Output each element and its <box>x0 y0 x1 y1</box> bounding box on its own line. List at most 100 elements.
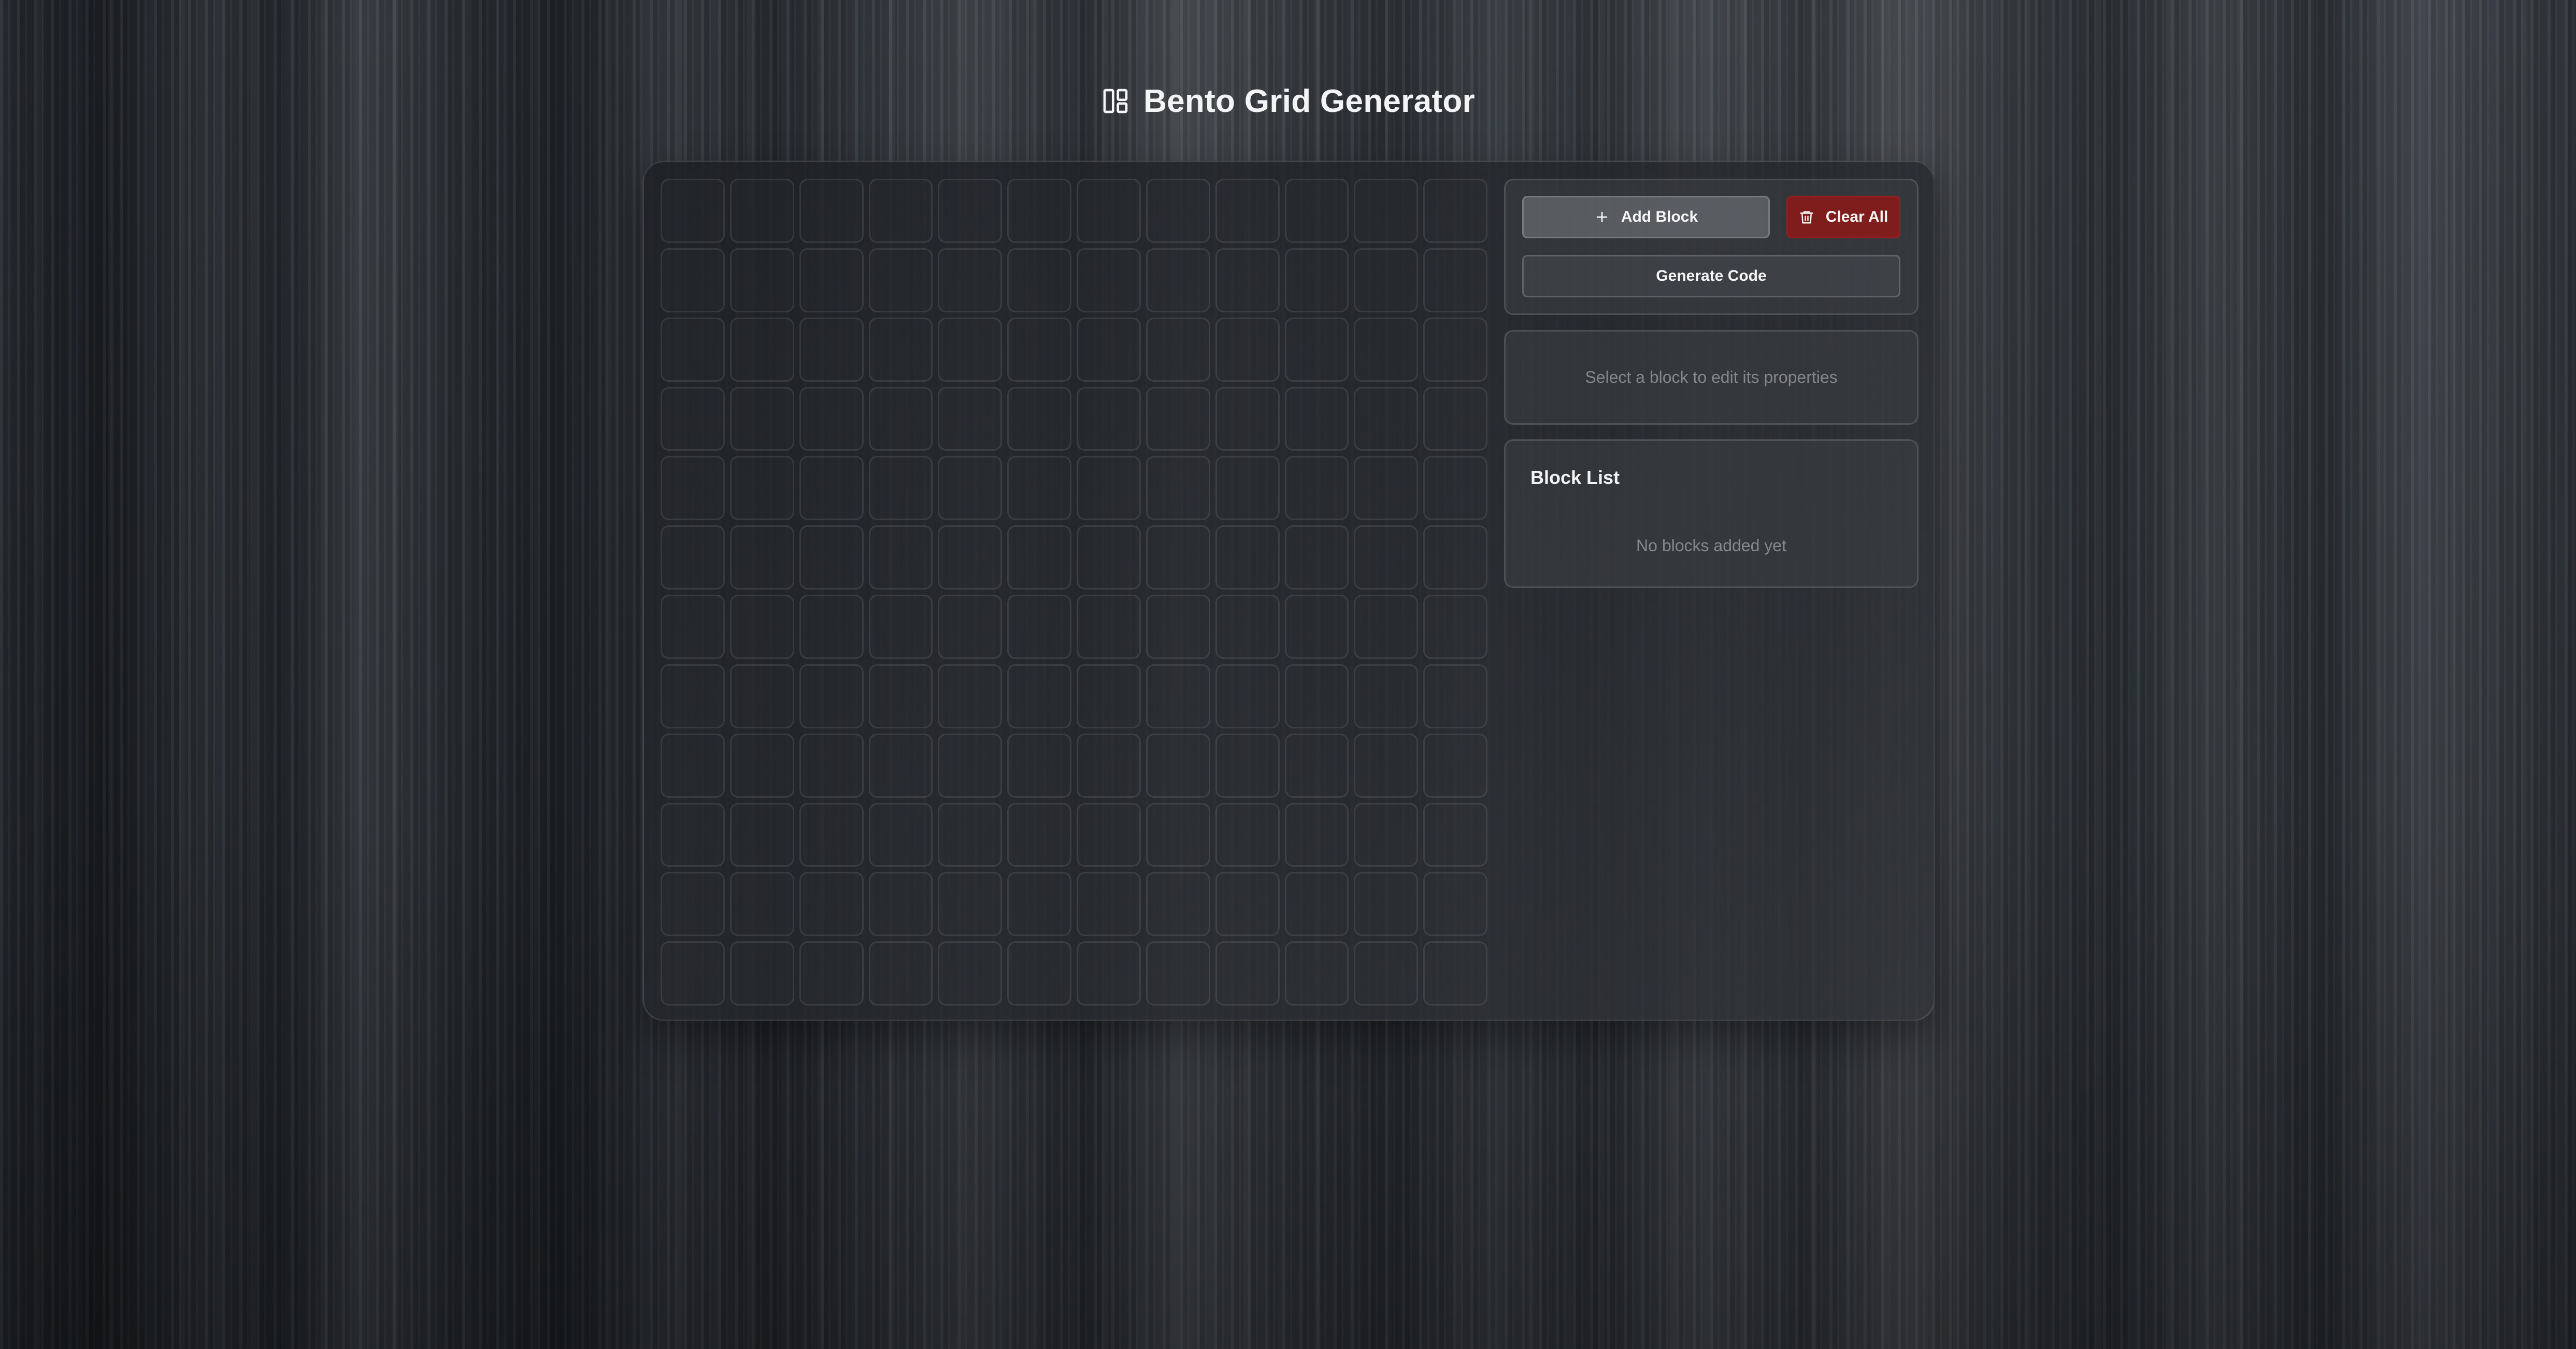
grid-cell[interactable] <box>661 664 725 728</box>
grid-cell[interactable] <box>1354 872 1419 937</box>
grid-cell[interactable] <box>799 317 864 382</box>
grid-cell[interactable] <box>799 802 864 867</box>
grid-cell[interactable] <box>1007 248 1071 312</box>
grid-cell[interactable] <box>729 802 794 867</box>
grid-cell[interactable] <box>1007 664 1071 728</box>
grid-cell[interactable] <box>1423 456 1487 521</box>
grid-cell[interactable] <box>868 733 933 798</box>
grid-cell[interactable] <box>729 595 794 659</box>
grid-cell[interactable] <box>1215 179 1280 243</box>
grid-cell[interactable] <box>938 248 1003 312</box>
grid-cell[interactable] <box>1077 525 1141 590</box>
grid-cell[interactable] <box>1284 179 1349 243</box>
grid-cell[interactable] <box>1215 733 1280 798</box>
grid-cell[interactable] <box>1146 664 1210 728</box>
grid-cell[interactable] <box>1077 664 1141 728</box>
grid-cell[interactable] <box>868 595 933 659</box>
grid-cell[interactable] <box>1146 733 1210 798</box>
grid-cell[interactable] <box>1215 941 1280 1006</box>
grid-cell[interactable] <box>661 941 725 1006</box>
grid-cell[interactable] <box>799 941 864 1006</box>
grid-cell[interactable] <box>799 872 864 937</box>
grid-cell[interactable] <box>938 179 1003 243</box>
grid-cell[interactable] <box>1284 664 1349 728</box>
grid-cell[interactable] <box>799 386 864 451</box>
grid-cell[interactable] <box>1284 525 1349 590</box>
clear-all-button[interactable]: Clear All <box>1786 196 1900 238</box>
grid-cell[interactable] <box>1423 941 1487 1006</box>
grid-cell[interactable] <box>1423 386 1487 451</box>
grid-cell[interactable] <box>1284 733 1349 798</box>
grid-cell[interactable] <box>938 386 1003 451</box>
grid-cell[interactable] <box>1007 802 1071 867</box>
grid-cell[interactable] <box>868 872 933 937</box>
grid-cell[interactable] <box>1354 456 1419 521</box>
grid-cell[interactable] <box>938 872 1003 937</box>
grid-cell[interactable] <box>1146 872 1210 937</box>
grid-cell[interactable] <box>1423 802 1487 867</box>
grid-cell[interactable] <box>1354 317 1419 382</box>
grid-cell[interactable] <box>799 248 864 312</box>
grid-cell[interactable] <box>868 525 933 590</box>
grid-cell[interactable] <box>1146 179 1210 243</box>
grid-cell[interactable] <box>729 664 794 728</box>
grid-cell[interactable] <box>1077 802 1141 867</box>
grid-cell[interactable] <box>1423 872 1487 937</box>
grid-cell[interactable] <box>799 525 864 590</box>
grid-cell[interactable] <box>1215 248 1280 312</box>
grid-cell[interactable] <box>1423 317 1487 382</box>
grid-cell[interactable] <box>1146 456 1210 521</box>
grid-cell[interactable] <box>1215 802 1280 867</box>
grid-cell[interactable] <box>661 248 725 312</box>
grid-cell[interactable] <box>1007 456 1071 521</box>
grid-cell[interactable] <box>1354 733 1419 798</box>
grid-cell[interactable] <box>868 802 933 867</box>
grid-cell[interactable] <box>1077 456 1141 521</box>
grid-cell[interactable] <box>661 802 725 867</box>
grid-cell[interactable] <box>661 595 725 659</box>
grid-cell[interactable] <box>1284 248 1349 312</box>
grid-cell[interactable] <box>868 664 933 728</box>
grid-cell[interactable] <box>1354 248 1419 312</box>
grid-cell[interactable] <box>938 733 1003 798</box>
grid-cell[interactable] <box>1007 941 1071 1006</box>
grid-cell[interactable] <box>938 456 1003 521</box>
grid-cell[interactable] <box>1215 386 1280 451</box>
grid-cell[interactable] <box>1146 525 1210 590</box>
grid-cell[interactable] <box>1215 456 1280 521</box>
grid-cell[interactable] <box>729 872 794 937</box>
grid-cell[interactable] <box>1077 386 1141 451</box>
grid-cell[interactable] <box>1146 802 1210 867</box>
grid-cell[interactable] <box>1354 595 1419 659</box>
grid-cell[interactable] <box>661 179 725 243</box>
grid-cell[interactable] <box>868 456 933 521</box>
grid-cell[interactable] <box>1077 317 1141 382</box>
grid-cell[interactable] <box>1215 317 1280 382</box>
grid-cell[interactable] <box>799 595 864 659</box>
grid-cell[interactable] <box>938 941 1003 1006</box>
grid-cell[interactable] <box>868 317 933 382</box>
grid-cell[interactable] <box>1284 317 1349 382</box>
grid-cell[interactable] <box>661 456 725 521</box>
grid-cell[interactable] <box>1146 595 1210 659</box>
grid-cell[interactable] <box>729 248 794 312</box>
grid-cell[interactable] <box>1146 317 1210 382</box>
grid-cell[interactable] <box>868 248 933 312</box>
grid-cell[interactable] <box>1354 386 1419 451</box>
grid-cell[interactable] <box>799 456 864 521</box>
grid-cell[interactable] <box>1284 941 1349 1006</box>
grid-cell[interactable] <box>1077 179 1141 243</box>
grid-cell[interactable] <box>868 941 933 1006</box>
grid-cell[interactable] <box>1215 664 1280 728</box>
grid-cell[interactable] <box>661 317 725 382</box>
grid-cell[interactable] <box>1284 872 1349 937</box>
grid-cell[interactable] <box>661 525 725 590</box>
grid-cell[interactable] <box>1007 386 1071 451</box>
grid-cell[interactable] <box>1077 595 1141 659</box>
grid-cell[interactable] <box>1077 733 1141 798</box>
grid-cell[interactable] <box>729 456 794 521</box>
grid-cell[interactable] <box>1423 248 1487 312</box>
grid-cell[interactable] <box>1423 179 1487 243</box>
grid-cell[interactable] <box>1284 386 1349 451</box>
grid-cell[interactable] <box>1215 872 1280 937</box>
